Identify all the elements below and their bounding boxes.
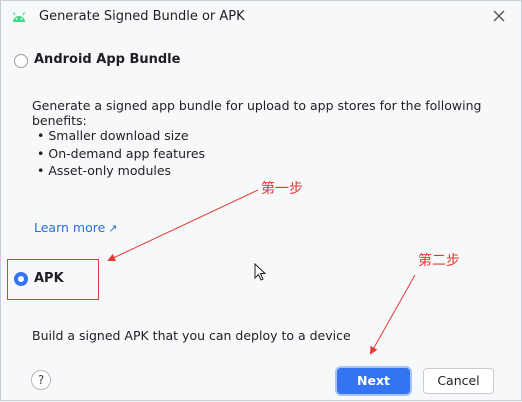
cancel-button[interactable]: Cancel — [423, 368, 494, 394]
dialog-window: Generate Signed Bundle or APK Android Ap… — [0, 0, 522, 401]
apk-description: Build a signed APK that you can deploy t… — [32, 328, 351, 343]
bundle-description: Generate a signed app bundle for upload … — [32, 98, 482, 128]
annotation-arrow-step2 — [370, 274, 416, 355]
dialog-title: Generate Signed Bundle or APK — [39, 9, 245, 24]
mouse-cursor-icon — [254, 263, 266, 281]
annotation-step2: 第二步 — [418, 253, 460, 269]
title-bar: Generate Signed Bundle or APK — [1, 1, 521, 33]
next-button[interactable]: Next — [337, 368, 410, 394]
android-icon — [12, 12, 26, 22]
benefit-item: • Asset-only modules — [37, 163, 172, 178]
external-link-icon: ↗ — [108, 222, 118, 235]
learn-more-link[interactable]: Learn more ↗ — [34, 220, 118, 235]
benefit-item: • On-demand app features — [37, 146, 206, 161]
annotation-arrow-step1 — [107, 189, 259, 262]
close-icon[interactable] — [491, 8, 507, 24]
annotation-step1: 第一步 — [261, 181, 303, 197]
benefit-item: • Smaller download size — [37, 128, 189, 143]
bundle-radio[interactable] — [14, 54, 28, 68]
annotation-highlight-box — [7, 259, 99, 300]
bundle-option-label[interactable]: Android App Bundle — [34, 52, 180, 67]
help-button[interactable]: ? — [31, 370, 51, 390]
